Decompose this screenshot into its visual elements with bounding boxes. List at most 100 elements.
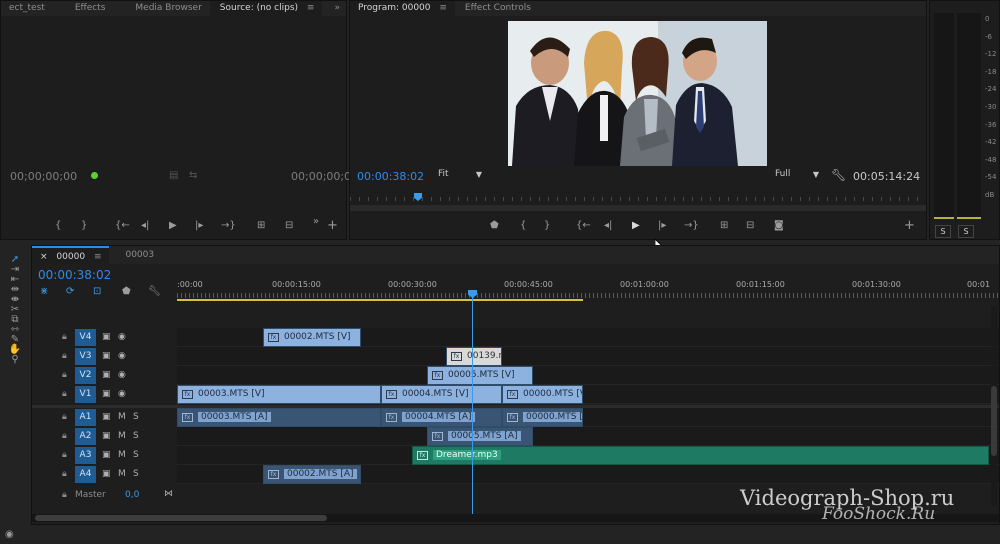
linked-selection-icon[interactable]: ⟳ [66, 287, 74, 297]
clip-v4-1[interactable]: fx 00002.MTS [V] [263, 328, 361, 347]
eye-icon[interactable]: ◉ [118, 370, 126, 380]
mark-out-icon[interactable]: } [81, 221, 87, 231]
play-icon[interactable]: ▶ [632, 221, 640, 231]
track-name[interactable]: V1 [75, 386, 96, 403]
track-name[interactable]: V3 [75, 348, 96, 365]
eye-icon[interactable]: ◉ [118, 351, 126, 361]
track-lane[interactable] [177, 366, 999, 385]
close-icon[interactable]: × [40, 252, 48, 262]
timeline-vscrollbar[interactable] [991, 306, 997, 506]
track-name[interactable]: V4 [75, 329, 96, 346]
track-name[interactable]: A2 [75, 428, 96, 445]
timeline-timecode[interactable]: 00:00:38:02 [38, 268, 111, 282]
lock-icon[interactable]: 🔒︎ [62, 450, 67, 460]
track-lane[interactable] [177, 347, 999, 366]
extract-icon[interactable]: ⊟ [746, 221, 754, 231]
clip-v1-3[interactable]: fx 00000.MTS [V] [502, 385, 583, 404]
mute-button[interactable]: M [118, 431, 126, 441]
mark-in-icon[interactable]: { [520, 221, 526, 231]
eye-icon[interactable]: ◉ [5, 529, 14, 540]
work-area-bar[interactable] [177, 299, 583, 301]
lift-icon[interactable]: ⊞ [720, 221, 728, 231]
zoom-tool-icon[interactable]: ⚲ [8, 355, 22, 365]
film-icon[interactable]: ▣ [102, 332, 111, 342]
tab-effect-controls[interactable]: Effect Controls [455, 1, 539, 16]
overflow-chevron-icon[interactable]: » [328, 1, 346, 16]
add-marker-icon[interactable]: ⬟ [490, 221, 499, 231]
track-name[interactable]: V2 [75, 367, 96, 384]
clip-a1-2[interactable]: fx 00004.MTS [A] [381, 408, 502, 427]
tab-sequence-00003[interactable]: 00003 [109, 248, 162, 263]
go-to-out-icon[interactable]: →} [684, 221, 699, 231]
program-timecode-current[interactable]: 00:00:38:02 [357, 170, 424, 183]
step-forward-icon[interactable]: |▸ [195, 221, 203, 231]
film-icon[interactable]: ▣ [102, 469, 111, 479]
step-back-icon[interactable]: ◂| [141, 221, 149, 231]
film-icon[interactable]: ▣ [102, 431, 111, 441]
lock-icon[interactable]: 🔒︎ [62, 332, 67, 342]
mute-button[interactable]: M [118, 469, 126, 479]
film-icon[interactable]: ▣ [102, 412, 111, 422]
source-timecode-right[interactable]: 00;00;00;0 [291, 170, 351, 183]
step-back-icon[interactable]: ◂| [604, 221, 612, 231]
solo-left-button[interactable]: S [935, 225, 951, 238]
fit-dropdown[interactable]: Fit ▼ [438, 169, 488, 184]
panel-menu-icon[interactable]: ≡ [439, 3, 447, 13]
clip-v3-1[interactable]: fx00139.m [446, 347, 502, 366]
eye-icon[interactable]: ◉ [118, 332, 126, 342]
timeline-playhead[interactable] [472, 292, 473, 514]
nest-icon[interactable]: ⊡ [93, 287, 101, 297]
lock-icon[interactable]: 🔒︎ [62, 490, 67, 500]
add-button-icon[interactable]: + [327, 219, 338, 232]
scrollbar-thumb[interactable] [35, 515, 327, 521]
tab-sequence-00000[interactable]: × 00000 ≡ [32, 246, 110, 264]
panel-menu-icon[interactable]: ≡ [307, 3, 315, 13]
lock-icon[interactable]: 🔒︎ [62, 351, 67, 361]
program-video-frame[interactable] [508, 21, 767, 166]
panel-menu-icon[interactable]: ≡ [94, 252, 102, 262]
tab-source[interactable]: Source: (no clips) ≡ [209, 1, 323, 16]
tab-project[interactable]: ect_test [1, 1, 53, 16]
clip-v1-1[interactable]: fx 00003.MTS [V] [177, 385, 381, 404]
drag-video-icon[interactable]: ⇆ [189, 171, 197, 181]
film-icon[interactable]: ▣ [102, 370, 111, 380]
add-button-icon[interactable]: + [904, 219, 915, 232]
track-name[interactable]: A3 [75, 447, 96, 464]
mark-in-icon[interactable]: { [55, 221, 61, 231]
solo-right-button[interactable]: S [958, 225, 974, 238]
solo-button[interactable]: S [133, 469, 139, 479]
snap-icon[interactable]: ⋇ [40, 287, 48, 297]
film-icon[interactable]: ▣ [102, 351, 111, 361]
clip-v2-1[interactable]: fx 00005.MTS [V] [427, 366, 533, 385]
eye-icon[interactable]: ◉ [118, 389, 126, 399]
program-scrub-bar[interactable] [350, 189, 926, 213]
go-to-in-icon[interactable]: {← [115, 221, 130, 231]
tab-program[interactable]: Program: 00000 ≡ [350, 1, 455, 16]
play-icon[interactable]: ▶ [169, 221, 177, 231]
timeline-settings-icon[interactable]: 🔧︎ [148, 287, 161, 297]
source-timecode-left[interactable]: 00;00;00;00 [10, 170, 77, 183]
master-value[interactable]: 0,0 [125, 490, 139, 500]
time-ruler[interactable]: :00:00 00:00:15:00 00:00:30:00 00:00:45:… [177, 276, 999, 304]
go-to-in-icon[interactable]: {← [576, 221, 591, 231]
lock-icon[interactable]: 🔒︎ [62, 469, 67, 479]
mute-button[interactable]: M [118, 450, 126, 460]
solo-button[interactable]: S [133, 431, 139, 441]
settings-wrench-icon[interactable]: 🔧︎ [831, 169, 846, 181]
clip-a4-1[interactable]: fx 00002.MTS [A] [263, 465, 361, 484]
more-controls-icon[interactable]: » [313, 217, 319, 227]
export-frame-icon[interactable]: ◙ [774, 221, 784, 231]
overwrite-icon[interactable]: ⊟ [285, 221, 293, 231]
track-lane[interactable] [177, 427, 999, 446]
go-to-end-icon[interactable]: ⋈ [164, 489, 173, 499]
mute-button[interactable]: M [118, 412, 126, 422]
clip-a1-3[interactable]: fx 00000.MTS [A] [502, 408, 583, 427]
lock-icon[interactable]: 🔒︎ [62, 431, 67, 441]
solo-button[interactable]: S [133, 412, 139, 422]
mark-out-icon[interactable]: } [544, 221, 550, 231]
go-to-out-icon[interactable]: →} [221, 221, 236, 231]
lock-icon[interactable]: 🔒︎ [62, 389, 67, 399]
film-icon[interactable]: ▣ [102, 450, 111, 460]
clip-v1-2[interactable]: fx 00004.MTS [V] [381, 385, 502, 404]
clip-a2-1[interactable]: fx 00005.MTS [A] [427, 427, 533, 446]
